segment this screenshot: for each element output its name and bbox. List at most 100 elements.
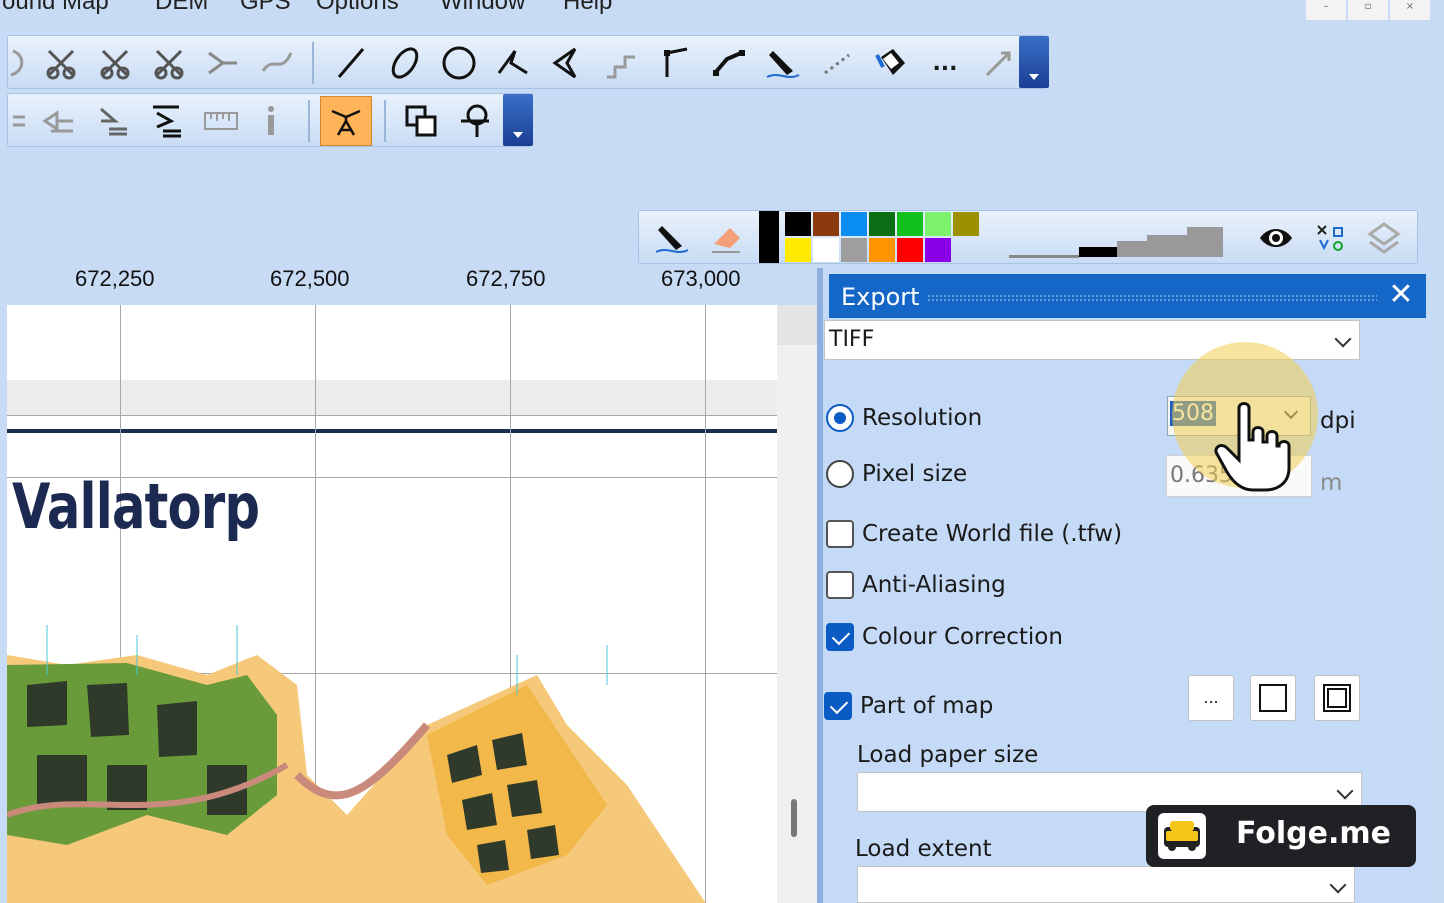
eye-icon[interactable] [1253, 215, 1299, 261]
smooth-icon[interactable] [254, 40, 300, 86]
current-colour-swatch[interactable] [759, 211, 779, 263]
curve-icon[interactable] [328, 40, 374, 86]
merge-icon[interactable] [200, 40, 246, 86]
line-icon[interactable] [706, 40, 752, 86]
menu-item-dem[interactable]: DEM [155, 0, 208, 16]
ellipse-icon[interactable] [382, 40, 428, 86]
colour-swatch[interactable] [841, 212, 867, 236]
scrollbar-track-top [777, 305, 817, 345]
edit-toolbar [7, 93, 533, 147]
map-title: Vallatorp [12, 470, 260, 543]
colour-swatch[interactable] [869, 212, 895, 236]
menu-item-map[interactable]: ound Map [2, 0, 109, 16]
place-icon[interactable] [90, 98, 136, 144]
copy-icon[interactable] [398, 98, 444, 144]
cut-area-icon[interactable] [92, 40, 138, 86]
world-file-label: Create World file (.tfw) [862, 521, 1123, 547]
select-area-button[interactable] [1250, 675, 1296, 721]
dotted-line-icon[interactable] [814, 40, 860, 86]
ruler-icon[interactable] [198, 98, 244, 144]
circle-icon[interactable] [436, 40, 482, 86]
colour-swatch[interactable] [785, 238, 811, 262]
polygon-icon[interactable] [544, 40, 590, 86]
colour-swatch[interactable] [925, 212, 951, 236]
undo-icon[interactable] [0, 40, 40, 86]
freehand-icon[interactable] [490, 40, 536, 86]
load-extent-select[interactable] [857, 866, 1355, 903]
select-symbol-icon[interactable] [1307, 215, 1353, 261]
anti-aliasing-checkbox[interactable] [826, 571, 854, 599]
scrollbar-thumb[interactable] [791, 799, 797, 837]
line-width-thickest[interactable] [1187, 227, 1223, 257]
colour-swatch[interactable] [841, 238, 867, 262]
colour-correction-checkbox[interactable] [826, 623, 854, 651]
edit-toolbar-overflow-button[interactable] [503, 94, 533, 146]
colour-swatch[interactable] [785, 212, 811, 236]
colour-swatch[interactable] [897, 238, 923, 262]
pixel-size-radio[interactable] [826, 460, 854, 488]
drawing-toolbar: ... [7, 35, 1049, 89]
map-frame-line [7, 429, 777, 433]
pen-icon[interactable] [760, 40, 806, 86]
eraser-icon[interactable] [703, 215, 749, 261]
close-panel-button[interactable]: ✕ [1386, 279, 1416, 311]
stack-icon[interactable] [144, 98, 190, 144]
text-path-icon[interactable] [320, 96, 372, 146]
line-width-thin[interactable] [1009, 255, 1079, 258]
resolution-radio[interactable] [826, 404, 854, 432]
window-controls: – ▫ × [1306, 0, 1430, 20]
browse-extent-button[interactable]: ... [1188, 675, 1234, 721]
colour-swatch[interactable] [897, 212, 923, 236]
menu-item-window[interactable]: Window [440, 0, 525, 16]
step-icon[interactable] [598, 40, 644, 86]
export-panel-header: Export ✕ [829, 274, 1426, 318]
minimize-button[interactable]: – [1306, 0, 1346, 20]
colour-swatch[interactable] [925, 238, 951, 262]
close-window-button[interactable]: × [1390, 0, 1430, 20]
menu-item-gps[interactable]: GPS [240, 0, 291, 16]
arrow-icon[interactable] [976, 40, 1022, 86]
pixel-size-label: Pixel size [862, 461, 968, 487]
chevron-down-icon [1334, 330, 1352, 348]
join-icon[interactable] [452, 98, 498, 144]
part-of-map-checkbox[interactable] [824, 692, 852, 720]
map-vertical-scrollbar[interactable] [777, 305, 817, 903]
line-width-medium[interactable] [1079, 247, 1117, 257]
fill-icon[interactable] [868, 40, 914, 86]
pixel-size-unit: m [1320, 470, 1343, 496]
pencil-icon[interactable] [649, 215, 695, 261]
hand-cursor-icon [1214, 402, 1291, 492]
resolution-unit: dpi [1320, 408, 1356, 434]
more-tools-button[interactable]: ... [922, 40, 968, 86]
straight-line-icon[interactable] [652, 40, 698, 86]
header-grip[interactable] [927, 294, 1377, 302]
cut-hole-icon[interactable] [38, 40, 84, 86]
watermark-text: Folge.me [1236, 816, 1391, 851]
maximize-button[interactable]: ▫ [1348, 0, 1388, 20]
colour-swatch[interactable] [813, 238, 839, 262]
colour-swatch[interactable] [953, 212, 979, 236]
menu-item-options[interactable]: Options [316, 0, 399, 16]
colour-swatch[interactable] [813, 212, 839, 236]
scissors-icon[interactable] [146, 40, 192, 86]
line-width-thick[interactable] [1117, 241, 1147, 257]
whole-map-button[interactable] [1314, 675, 1360, 721]
info-icon[interactable] [248, 98, 294, 144]
colour-swatch[interactable] [869, 238, 895, 262]
layers-icon[interactable] [1361, 215, 1407, 261]
part-of-map-label: Part of map [860, 693, 994, 719]
toolbar-overflow-button[interactable] [1019, 36, 1049, 88]
chevron-down-icon [1329, 876, 1347, 894]
map-canvas[interactable]: Vallatorp [7, 305, 777, 903]
more-label: ... [1203, 688, 1219, 707]
rectangle-icon [1259, 684, 1287, 712]
menu-item-help[interactable]: Help [563, 0, 612, 16]
map-border-band [7, 380, 777, 416]
chevron-down-icon [1336, 782, 1354, 800]
map-drawing [7, 625, 706, 903]
world-file-checkbox[interactable] [826, 520, 854, 548]
align-icon[interactable] [0, 98, 34, 144]
menu-bar: ound Map DEM GPS Options Window Help [0, 0, 1300, 28]
move-icon[interactable] [36, 98, 82, 144]
line-width-thicker[interactable] [1147, 235, 1187, 257]
